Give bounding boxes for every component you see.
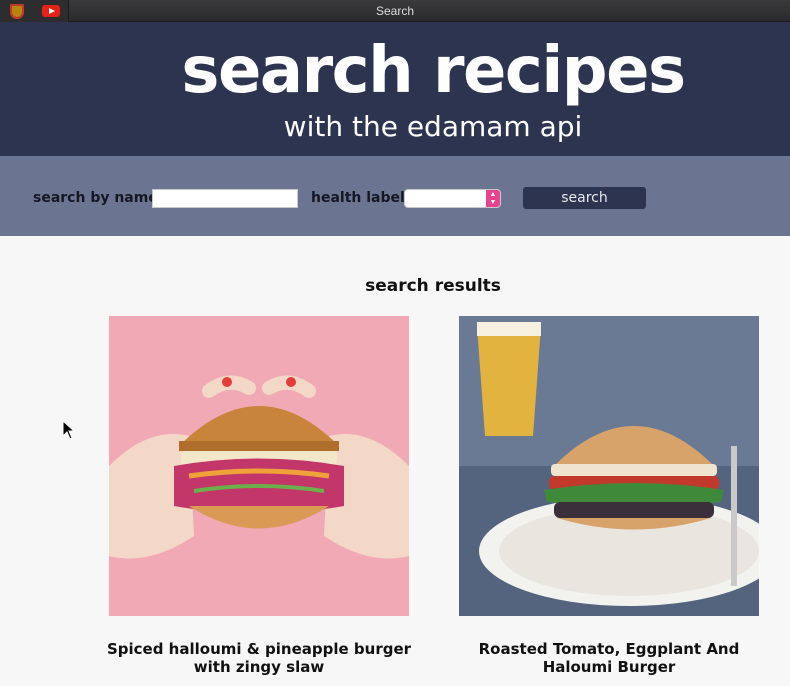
window-title: Search — [375, 4, 415, 18]
search-name-input[interactable] — [152, 189, 298, 208]
search-button[interactable]: search — [523, 187, 646, 209]
select-arrows-icon: ▲ ▼ — [486, 190, 500, 207]
search-by-name-label: search by name — [33, 190, 158, 206]
page-title: search recipes — [181, 34, 686, 108]
health-label-label: health label — [311, 190, 405, 206]
recipe-image-1[interactable] — [109, 316, 409, 616]
mouse-cursor-icon — [62, 420, 76, 440]
halloumi-burger-image — [109, 316, 409, 616]
recipe-title-1[interactable]: Spiced halloumi & pineapple burger with … — [94, 640, 424, 676]
search-results-heading: search results — [365, 276, 501, 296]
recipe-title-2[interactable]: Roasted Tomato, Eggplant And Haloumi Bur… — [444, 640, 774, 676]
search-bar: search by name health label ▲ ▼ search — [0, 156, 790, 236]
window-title-bar: Search — [0, 0, 790, 22]
hero-header: search recipes with the edamam api — [0, 22, 790, 156]
health-label-select[interactable]: ▲ ▼ — [404, 189, 501, 208]
recipe-image-2[interactable] — [459, 316, 759, 616]
haloumi-burger-image — [459, 316, 759, 616]
page-subtitle: with the edamam api — [283, 110, 583, 143]
